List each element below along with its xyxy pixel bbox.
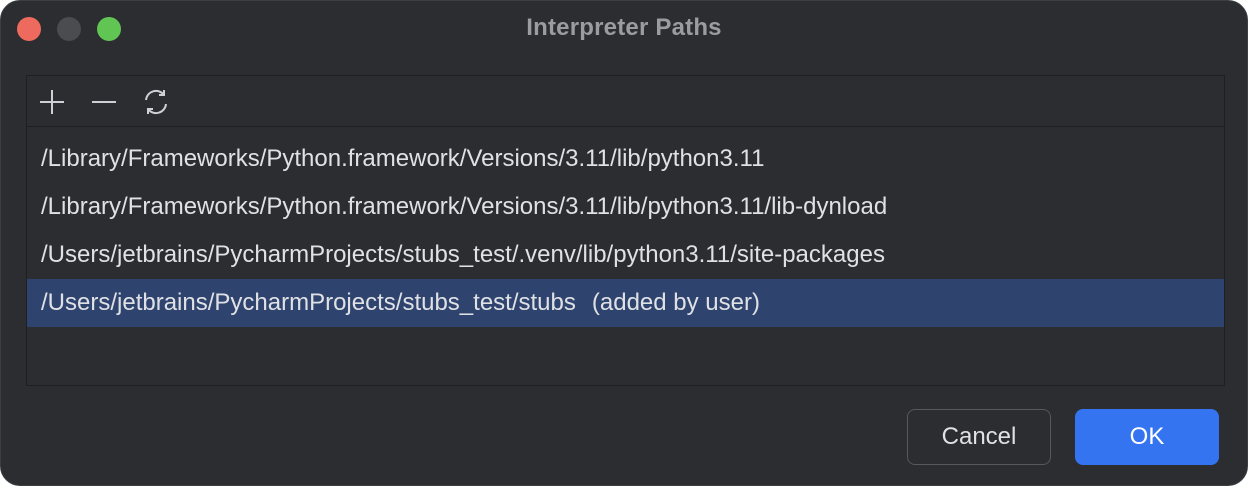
minus-icon	[92, 101, 116, 103]
path-text: /Library/Frameworks/Python.framework/Ver…	[41, 145, 765, 172]
plus-icon	[40, 90, 64, 114]
path-list-item[interactable]: /Library/Frameworks/Python.framework/Ver…	[27, 183, 1224, 231]
path-note: (added by user)	[591, 289, 760, 316]
paths-toolbar	[27, 76, 1224, 127]
path-text: /Library/Frameworks/Python.framework/Ver…	[41, 193, 888, 220]
interpreter-paths-dialog: Interpreter Paths /Library/Frameworks/Py…	[0, 0, 1248, 486]
path-list-item[interactable]: /Users/jetbrains/PycharmProjects/stubs_t…	[27, 231, 1224, 279]
refresh-icon	[145, 89, 167, 115]
path-text: /Users/jetbrains/PycharmProjects/stubs_t…	[41, 289, 576, 316]
paths-panel: /Library/Frameworks/Python.framework/Ver…	[26, 75, 1225, 386]
ok-button[interactable]: OK	[1075, 409, 1219, 465]
path-list-item[interactable]: /Library/Frameworks/Python.framework/Ver…	[27, 135, 1224, 183]
remove-path-button[interactable]	[88, 86, 120, 118]
dialog-title: Interpreter Paths	[526, 14, 722, 41]
reload-paths-button[interactable]	[140, 86, 172, 118]
paths-list: /Library/Frameworks/Python.framework/Ver…	[27, 135, 1224, 327]
cancel-button[interactable]: Cancel	[907, 409, 1051, 465]
path-list-item-selected[interactable]: /Users/jetbrains/PycharmProjects/stubs_t…	[27, 279, 1224, 327]
title-bar: Interpreter Paths	[1, 1, 1247, 55]
path-text: /Users/jetbrains/PycharmProjects/stubs_t…	[41, 241, 885, 268]
add-path-button[interactable]	[36, 86, 68, 118]
